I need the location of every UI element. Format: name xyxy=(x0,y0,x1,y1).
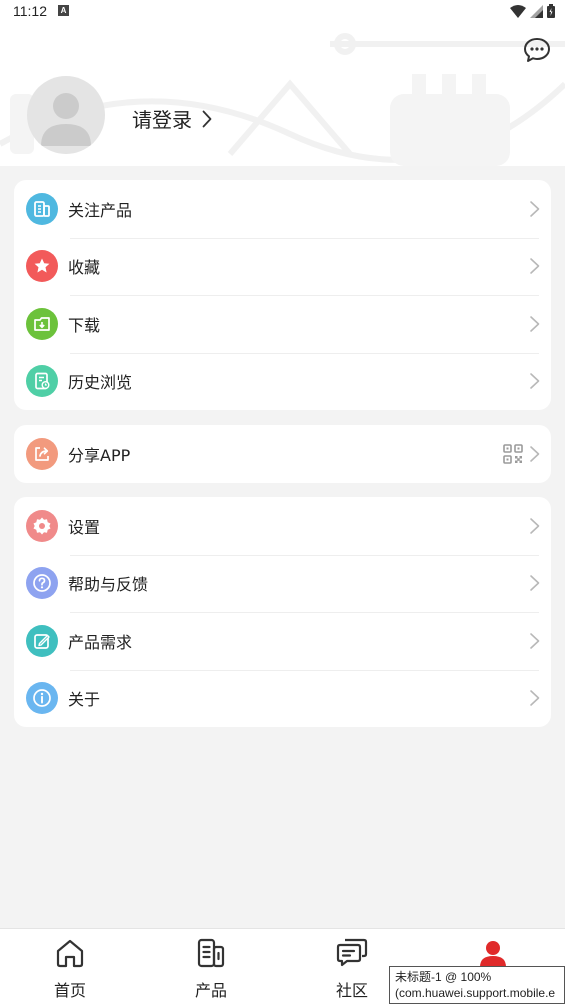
profile-header: 请登录 xyxy=(0,24,565,166)
menu-item-label: 收藏 xyxy=(68,258,101,278)
menu-item-share-app[interactable]: 分享APP xyxy=(14,425,551,483)
status-icons xyxy=(510,4,555,18)
chevron-right-icon xyxy=(530,315,540,332)
qr-code-icon[interactable] xyxy=(503,443,523,464)
info-icon xyxy=(26,682,58,715)
chevron-right-icon xyxy=(530,445,540,462)
wifi-icon xyxy=(510,4,526,18)
menu-item-product-requirements[interactable]: 产品需求 xyxy=(14,612,551,670)
home-icon xyxy=(56,939,84,968)
tab-community[interactable]: 社区 xyxy=(317,929,387,1004)
window-tooltip: 未标题-1 @ 100% (com.huawei.support.mobile.… xyxy=(389,966,565,1004)
signal-icon xyxy=(530,4,543,18)
menu-item-followed-products[interactable]: 关注产品 xyxy=(14,180,551,238)
menu-card-settings: 设置 帮助与反馈 产品需求 关于 xyxy=(14,497,551,727)
notification-icon: A xyxy=(58,5,69,16)
battery-icon xyxy=(547,4,555,18)
menu-item-label: 产品需求 xyxy=(68,632,133,652)
help-icon xyxy=(26,567,58,600)
menu-item-downloads[interactable]: 下载 xyxy=(14,295,551,353)
menu-item-label: 帮助与反馈 xyxy=(68,575,149,595)
chevron-right-icon xyxy=(530,575,540,592)
tab-products[interactable]: 产品 xyxy=(176,929,246,1004)
product-icon xyxy=(197,938,225,968)
menu-item-help-feedback[interactable]: 帮助与反馈 xyxy=(14,554,551,613)
product-list-icon xyxy=(26,192,58,225)
login-link[interactable]: 请登录 xyxy=(132,104,212,133)
menu-item-label: 关注产品 xyxy=(68,200,133,220)
tab-label: 首页 xyxy=(53,981,86,1000)
avatar[interactable] xyxy=(27,76,105,154)
community-icon xyxy=(336,938,368,967)
chevron-right-icon xyxy=(530,517,540,534)
menu-card-share: 分享APP xyxy=(14,425,551,483)
chat-bubble-icon xyxy=(524,38,550,62)
menu-item-label: 分享APP xyxy=(68,445,131,465)
message-button[interactable] xyxy=(523,37,551,63)
menu-item-history[interactable]: 历史浏览 xyxy=(14,352,551,411)
user-icon xyxy=(480,941,506,967)
tab-label: 社区 xyxy=(335,981,368,1000)
chevron-right-icon xyxy=(530,200,540,217)
menu-item-label: 设置 xyxy=(68,517,101,537)
chevron-right-icon xyxy=(202,110,212,127)
menu-item-label: 下载 xyxy=(68,315,101,335)
download-icon xyxy=(26,307,58,340)
menu-item-label: 关于 xyxy=(68,690,101,710)
tab-home[interactable]: 首页 xyxy=(35,929,105,1004)
chevron-right-icon xyxy=(530,373,540,390)
gear-icon xyxy=(26,509,58,542)
menu-item-favorites[interactable]: 收藏 xyxy=(14,237,551,296)
menu-item-label: 历史浏览 xyxy=(68,373,133,393)
default-avatar-icon xyxy=(41,93,91,146)
status-time: 11:12 xyxy=(13,3,47,19)
tooltip-line-2: (com.huawei.support.mobile.e xyxy=(395,986,556,1000)
menu-item-settings[interactable]: 设置 xyxy=(14,497,551,555)
menu-card-primary: 关注产品 收藏 下载 历史浏览 xyxy=(14,180,551,410)
login-label: 请登录 xyxy=(132,108,192,132)
chevron-right-icon xyxy=(530,690,540,707)
chevron-right-icon xyxy=(530,632,540,649)
status-bar: 11:12 A xyxy=(0,0,565,24)
tooltip-line-1: 未标题-1 @ 100% xyxy=(395,970,492,984)
star-icon xyxy=(26,250,58,283)
edit-icon xyxy=(26,624,58,657)
chevron-right-icon xyxy=(530,258,540,275)
menu-item-about[interactable]: 关于 xyxy=(14,669,551,728)
share-icon xyxy=(26,437,58,470)
history-icon xyxy=(26,365,58,398)
tab-label: 产品 xyxy=(194,981,227,1000)
